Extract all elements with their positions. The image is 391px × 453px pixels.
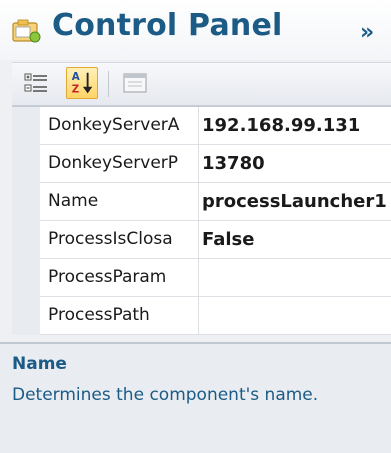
property-value[interactable] — [202, 297, 391, 334]
control-panel-icon — [12, 19, 41, 43]
property-pages-icon[interactable] — [120, 69, 150, 99]
property-row-selected[interactable]: Name processLauncher1 — [40, 183, 391, 221]
property-name: ProcessPath — [40, 297, 199, 334]
description-text: Determines the component's name. — [12, 385, 319, 405]
property-value[interactable]: 192.168.99.131 — [202, 107, 391, 144]
collapse-panel-button[interactable]: » — [360, 20, 374, 45]
control-panel: Control Panel » A Z DonkeyServerA 192.16… — [0, 0, 391, 453]
panel-title: Control Panel — [52, 8, 283, 43]
svg-text:Z: Z — [72, 83, 79, 95]
property-row[interactable]: DonkeyServerA 192.168.99.131 — [40, 107, 391, 145]
property-row[interactable]: ProcessPath — [40, 297, 391, 335]
panel-header: Control Panel » — [0, 0, 391, 60]
property-toolbar: A Z — [12, 62, 391, 106]
property-name: ProcessParam — [40, 259, 199, 296]
property-value[interactable]: 13780 — [202, 145, 391, 182]
property-row[interactable]: DonkeyServerP 13780 — [40, 145, 391, 183]
description-title: Name — [12, 354, 67, 374]
property-name: DonkeyServerP — [40, 145, 199, 182]
property-value[interactable]: processLauncher1 — [202, 183, 391, 220]
property-value[interactable]: False — [202, 221, 391, 258]
property-name: Name — [40, 183, 199, 220]
property-row[interactable]: ProcessIsClosa False — [40, 221, 391, 259]
property-value[interactable] — [202, 259, 391, 296]
toolbar-separator — [108, 71, 109, 97]
sort-az-icon[interactable]: A Z — [66, 67, 98, 99]
categorized-icon[interactable] — [22, 69, 52, 99]
property-name: ProcessIsClosa — [40, 221, 199, 258]
svg-text:A: A — [72, 71, 80, 83]
property-row[interactable]: ProcessParam — [40, 259, 391, 297]
property-description: Name Determines the component's name. — [0, 342, 391, 453]
grid-gutter — [12, 107, 40, 335]
property-name: DonkeyServerA — [40, 107, 199, 144]
property-grid: DonkeyServerA 192.168.99.131 DonkeyServe… — [12, 106, 391, 335]
